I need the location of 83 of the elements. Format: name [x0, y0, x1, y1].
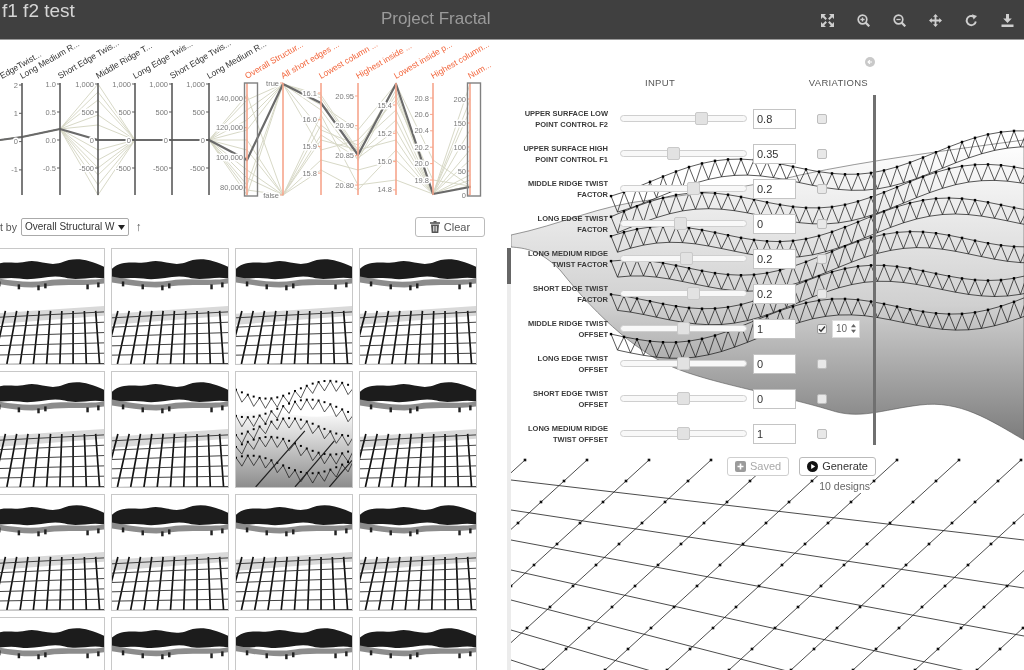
slider-thumb[interactable] [687, 287, 701, 300]
trash-icon [429, 221, 440, 233]
value-input[interactable]: 0.2 [753, 178, 796, 199]
slider-track[interactable] [620, 115, 747, 122]
slider-thumb[interactable] [677, 322, 690, 335]
play-icon [807, 461, 819, 472]
value-input[interactable]: 0.2 [753, 283, 796, 304]
axis-title: Num... [466, 59, 493, 81]
fullscreen-icon[interactable] [821, 14, 834, 27]
sort-direction-button[interactable]: ↑ [133, 220, 144, 234]
redo-icon[interactable] [965, 14, 978, 27]
slider-thumb[interactable] [666, 147, 680, 160]
scrollbar-thumb[interactable] [873, 95, 876, 445]
column-header: INPUT [645, 77, 675, 89]
slider-track[interactable] [620, 290, 747, 297]
structure-thumbnail[interactable] [0, 371, 105, 488]
caret-icon [118, 224, 126, 230]
slider-track[interactable] [620, 220, 747, 227]
value-input[interactable]: 0.2 [753, 248, 796, 269]
slider-thumb[interactable] [677, 392, 690, 405]
checkbox[interactable] [817, 428, 827, 439]
spinner-icon[interactable] [851, 324, 856, 333]
structure-thumbnail[interactable] [111, 248, 229, 365]
structure-thumbnail[interactable] [235, 617, 353, 670]
sort-select[interactable]: Overall Structural W [20, 218, 130, 236]
checkbox[interactable] [817, 253, 827, 264]
clear-button[interactable]: Clear [415, 217, 485, 237]
slider-thumb[interactable] [677, 427, 690, 440]
checkbox[interactable] [817, 183, 827, 194]
checkbox[interactable] [817, 288, 827, 299]
value-input[interactable]: 1 [753, 423, 796, 444]
zoom-in-icon[interactable] [857, 14, 870, 27]
scrollbar-thumb[interactable] [507, 248, 511, 284]
arrow-circle-icon[interactable] [865, 57, 875, 67]
structure-thumbnail[interactable] [111, 617, 229, 670]
structure-thumbnail[interactable] [359, 371, 477, 488]
structure-thumbnail[interactable] [0, 248, 105, 365]
checkbox[interactable] [817, 218, 827, 229]
checkbox[interactable] [817, 393, 827, 404]
project-name: f1 f2 test [2, 0, 75, 21]
move-icon[interactable] [929, 14, 942, 27]
structure-thumbnail[interactable] [359, 494, 477, 611]
surface-thumbnail[interactable] [235, 371, 353, 488]
slider-track[interactable] [620, 430, 747, 437]
value-input[interactable]: 1 [753, 318, 796, 339]
value-input[interactable]: 0 [753, 353, 796, 374]
slider-thumb[interactable] [680, 252, 694, 265]
brush-box[interactable] [466, 82, 482, 197]
plus-square-icon [734, 461, 746, 472]
column-header: VARIATIONS [808, 77, 868, 89]
download-icon[interactable] [1001, 14, 1014, 27]
slider-track[interactable] [620, 360, 747, 367]
brush-box[interactable] [243, 82, 259, 197]
structure-thumbnail[interactable] [111, 494, 229, 611]
value-input[interactable]: 0 [753, 213, 796, 234]
structure-thumbnail[interactable] [235, 494, 353, 611]
structure-thumbnail[interactable] [235, 248, 353, 365]
structure-thumbnail[interactable] [111, 371, 229, 488]
slider-thumb[interactable] [687, 182, 701, 195]
structure-thumbnail[interactable] [0, 617, 105, 670]
slider-track[interactable] [620, 395, 747, 402]
checkbox[interactable] [817, 113, 827, 124]
checkbox[interactable] [817, 148, 827, 159]
slider-track[interactable] [620, 325, 747, 332]
slider-track[interactable] [620, 185, 747, 192]
slider-track[interactable] [620, 150, 747, 157]
checkbox[interactable] [817, 358, 827, 369]
slider-thumb[interactable] [677, 357, 690, 370]
sort-label: t by [0, 220, 17, 234]
slider-track[interactable] [620, 255, 747, 262]
app-title: Project Fractal [381, 9, 491, 29]
generate-button[interactable]: Generate [799, 457, 876, 476]
structure-thumbnail[interactable] [0, 494, 105, 611]
design-count: 10 designs [819, 480, 870, 493]
slider-thumb[interactable] [673, 217, 687, 230]
value-input[interactable]: 0.35 [753, 143, 796, 164]
value-input[interactable]: 0 [753, 388, 796, 409]
value-input[interactable]: 0.8 [753, 108, 796, 129]
zoom-out-icon[interactable] [893, 14, 906, 27]
checkbox[interactable] [817, 323, 827, 334]
structure-thumbnail[interactable] [359, 617, 477, 670]
slider-thumb[interactable] [694, 112, 708, 125]
structure-thumbnail[interactable] [359, 248, 477, 365]
